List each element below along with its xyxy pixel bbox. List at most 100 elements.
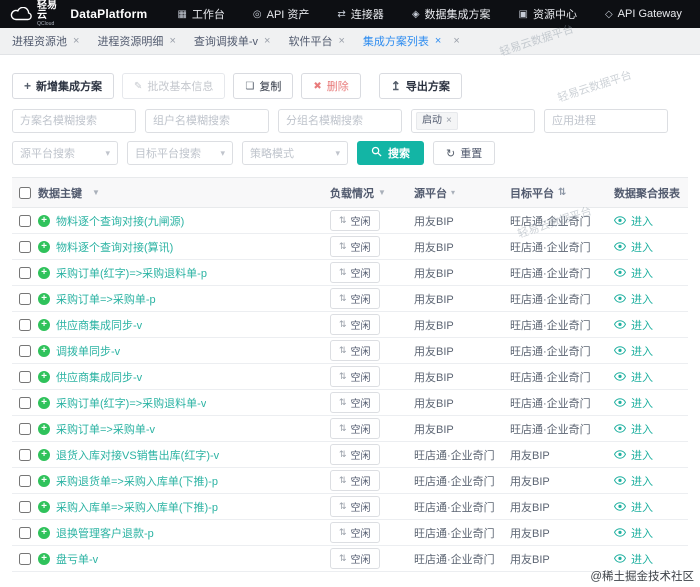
target-platform-select[interactable]: 目标平台搜索 ▾ (127, 141, 233, 165)
row-checkbox[interactable] (19, 501, 31, 513)
nav-item-resource-center[interactable]: ▣资源中心 (519, 6, 577, 22)
tab-1[interactable]: 进程资源明细× (97, 33, 175, 49)
filter-icon[interactable]: ▼ (378, 188, 386, 197)
load-status-button[interactable]: ⇅空闲 (330, 210, 380, 231)
row-checkbox[interactable] (19, 241, 31, 253)
nav-item-integration-schemes[interactable]: ◈数据集成方案 (412, 6, 491, 22)
export-button[interactable]: ↥导出方案 (379, 73, 462, 99)
scheme-name-link[interactable]: 采购退货单=>采购入库单(下推)-p (56, 473, 218, 489)
reset-button[interactable]: ↻ 重置 (433, 141, 495, 165)
tab-close-icon[interactable]: × (169, 35, 175, 47)
report-enter-link[interactable]: 进入 (614, 343, 653, 359)
load-status-button[interactable]: ⇅空闲 (330, 496, 380, 517)
report-enter-link[interactable]: 进入 (614, 395, 653, 411)
scheme-name-link[interactable]: 采购订单(红字)=>采购退料单-v (56, 395, 206, 411)
row-checkbox[interactable] (19, 371, 31, 383)
delete-button[interactable]: ✖删除 (301, 73, 360, 99)
nav-item-connectors[interactable]: ⇄连接器 (337, 6, 383, 22)
scheme-name-link[interactable]: 物料逐个查询对接(九闸源) (56, 213, 184, 229)
scheme-name-link[interactable]: 退换管理客户退款-p (56, 525, 154, 541)
target-platform-select-placeholder: 目标平台搜索 (135, 145, 201, 161)
status-tag-close-icon[interactable]: × (446, 114, 452, 128)
scheme-name-link[interactable]: 物料逐个查询对接(算讯) (56, 239, 173, 255)
load-status-button[interactable]: ⇅空闲 (330, 340, 380, 361)
row-checkbox[interactable] (19, 449, 31, 461)
row-checkbox[interactable] (19, 553, 31, 565)
load-status-button[interactable]: ⇅空闲 (330, 548, 380, 569)
nav-item-api-assets[interactable]: ◎API 资产 (253, 6, 310, 22)
load-status-button[interactable]: ⇅空闲 (330, 392, 380, 413)
report-enter-link[interactable]: 进入 (614, 421, 653, 437)
scheme-name-link[interactable]: 退货入库对接VS销售出库(红字)-v (56, 447, 219, 463)
row-checkbox[interactable] (19, 319, 31, 331)
add-scheme-button[interactable]: +新增集成方案 (12, 73, 114, 99)
load-status-button[interactable]: ⇅空闲 (330, 366, 380, 387)
tab-close-icon[interactable]: × (73, 35, 79, 47)
caret-down-icon[interactable]: ▾ (451, 188, 455, 197)
nav-item-api-gateway[interactable]: ◇API Gateway (605, 8, 682, 20)
status-filter-select[interactable]: 启动 × (411, 109, 535, 133)
report-enter-link[interactable]: 进入 (614, 473, 653, 489)
search-button[interactable]: 搜索 (357, 141, 424, 165)
load-status-button[interactable]: ⇅空闲 (330, 236, 380, 257)
tab-4[interactable]: 集成方案列表× (363, 33, 441, 49)
load-status-button[interactable]: ⇅空闲 (330, 418, 380, 439)
select-all-checkbox[interactable] (19, 187, 31, 199)
copy-button[interactable]: ❏复制 (233, 73, 293, 99)
group-name-search-input[interactable] (278, 109, 402, 133)
app-process-input[interactable] (544, 109, 668, 133)
load-status-button[interactable]: ⇅空闲 (330, 444, 380, 465)
load-status-button[interactable]: ⇅空闲 (330, 262, 380, 283)
tab-close-icon[interactable]: × (338, 35, 344, 47)
tenant-name-search-input[interactable] (145, 109, 269, 133)
load-status-button[interactable]: ⇅空闲 (330, 470, 380, 491)
status-filter-tag-label: 启动 (422, 114, 442, 128)
scheme-name-link[interactable]: 供应商集成同步-v (56, 317, 142, 333)
filter-icon[interactable]: ▼ (92, 188, 100, 197)
report-enter-link[interactable]: 进入 (614, 499, 653, 515)
load-status-button[interactable]: ⇅空闲 (330, 522, 380, 543)
scheme-name-search-input[interactable] (12, 109, 136, 133)
scheme-name-link[interactable]: 采购订单=>采购单-v (56, 421, 155, 437)
tab-0[interactable]: 进程资源池× (12, 33, 79, 49)
scheme-name-link[interactable]: 供应商集成同步-v (56, 369, 142, 385)
scheme-name-link[interactable]: 盘亏单-v (56, 551, 98, 567)
load-status-button[interactable]: ⇅空闲 (330, 314, 380, 335)
scheme-name-link[interactable]: 调拨单同步-v (56, 343, 120, 359)
tab-close-icon[interactable]: × (435, 35, 441, 47)
report-enter-link[interactable]: 进入 (614, 369, 653, 385)
tab-2[interactable]: 查询调拨单-v× (194, 33, 271, 49)
scheme-name-link[interactable]: 采购订单=>采购单-p (56, 291, 156, 307)
row-checkbox[interactable] (19, 527, 31, 539)
report-enter-link[interactable]: 进入 (614, 239, 653, 255)
batch-edit-button[interactable]: ✎批改基本信息 (122, 73, 225, 99)
tab-3[interactable]: 软件平台× (288, 33, 344, 49)
report-enter-link[interactable]: 进入 (614, 447, 653, 463)
report-enter-link[interactable]: 进入 (614, 525, 653, 541)
report-enter-link[interactable]: 进入 (614, 291, 653, 307)
report-enter-link[interactable]: 进入 (614, 551, 653, 567)
report-enter-link[interactable]: 进入 (614, 265, 653, 281)
close-all-tabs-icon[interactable]: × (453, 35, 459, 47)
scheme-name-link[interactable]: 采购订单(红字)=>采购退料单-p (56, 265, 207, 281)
nav-item-workbench[interactable]: ▦工作台 (177, 6, 224, 22)
report-enter-link[interactable]: 进入 (614, 317, 653, 333)
table-row: +采购订单=>采购单-p⇅空闲用友BIP旺店通·企业奇门进入 (12, 286, 688, 312)
row-checkbox[interactable] (19, 475, 31, 487)
tab-close-icon[interactable]: × (264, 35, 270, 47)
row-checkbox[interactable] (19, 215, 31, 227)
nav-item-label: 连接器 (351, 6, 384, 22)
report-enter-link[interactable]: 进入 (614, 213, 653, 229)
load-status-button[interactable]: ⇅空闲 (330, 288, 380, 309)
scheme-name-link[interactable]: 采购入库单=>采购入库单(下推)-p (56, 499, 218, 515)
logo[interactable]: 轻易云 QCloud DataPlatform (10, 1, 147, 27)
row-checkbox[interactable] (19, 293, 31, 305)
row-checkbox[interactable] (19, 423, 31, 435)
row-checkbox[interactable] (19, 397, 31, 409)
row-checkbox[interactable] (19, 345, 31, 357)
sort-icon[interactable]: ⇅ (558, 187, 566, 198)
strategy-mode-select[interactable]: 策略模式 ▾ (242, 141, 348, 165)
source-platform-select[interactable]: 源平台搜索 ▾ (12, 141, 118, 165)
enter-label: 进入 (631, 265, 653, 281)
row-checkbox[interactable] (19, 267, 31, 279)
